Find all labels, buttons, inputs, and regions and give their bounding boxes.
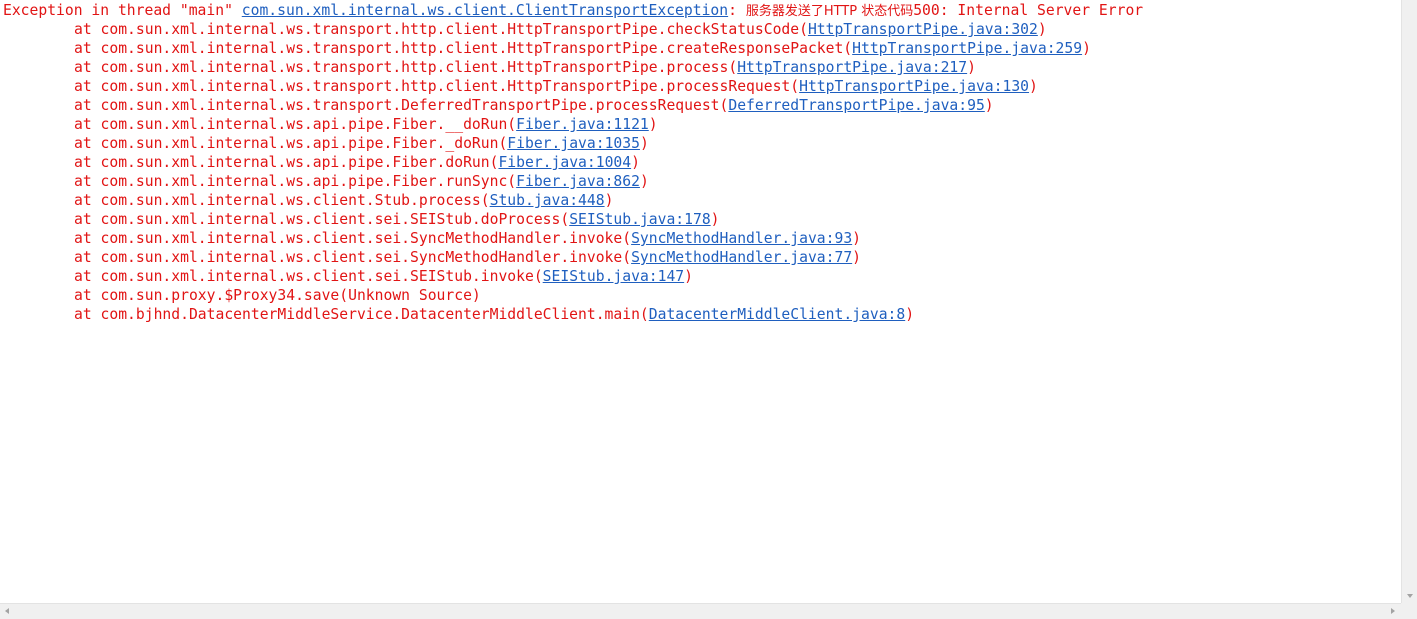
frame-method: at com.sun.xml.internal.ws.api.pipe.Fibe…	[74, 135, 508, 152]
stack-frame: at com.sun.xml.internal.ws.api.pipe.Fibe…	[3, 153, 1401, 172]
stack-frame: at com.sun.xml.internal.ws.api.pipe.Fibe…	[3, 172, 1401, 191]
frame-close: )	[604, 192, 614, 209]
frame-method: at com.sun.xml.internal.ws.client.Stub.p…	[74, 192, 490, 209]
stack-frame: at com.sun.xml.internal.ws.transport.Def…	[3, 96, 1401, 115]
frame-close: )	[631, 154, 640, 171]
stack-frame: at com.sun.xml.internal.ws.transport.htt…	[3, 39, 1401, 58]
frame-close: )	[648, 116, 658, 133]
frame-method: at com.sun.xml.internal.ws.transport.htt…	[74, 78, 800, 95]
exception-colon: :	[728, 2, 746, 19]
frame-location-link[interactable]: HttpTransportPipe.java:259	[852, 40, 1082, 57]
frame-close: )	[1037, 21, 1047, 38]
scrollbar-corner	[1401, 603, 1417, 619]
frame-close: )	[684, 268, 693, 285]
stack-frame: at com.sun.xml.internal.ws.api.pipe.Fibe…	[3, 115, 1401, 134]
exception-class-link[interactable]: com.sun.xml.internal.ws.client.ClientTra…	[242, 2, 728, 19]
vertical-scrollbar[interactable]	[1401, 0, 1417, 603]
frame-method: at com.sun.xml.internal.ws.client.sei.SE…	[74, 268, 543, 285]
stack-frame: at com.sun.xml.internal.ws.client.sei.SE…	[3, 267, 1401, 286]
chevron-right-icon[interactable]	[1391, 608, 1395, 614]
exception-prefix: Exception in thread "main"	[3, 2, 242, 19]
stack-frame: at com.sun.xml.internal.ws.client.sei.SE…	[3, 210, 1401, 229]
stack-frame: at com.sun.xml.internal.ws.client.sei.Sy…	[3, 229, 1401, 248]
frame-close: )	[984, 97, 994, 114]
frame-method: at com.sun.xml.internal.ws.client.sei.Sy…	[74, 249, 632, 266]
frame-location-link[interactable]: SyncMethodHandler.java:93	[631, 230, 852, 247]
frame-close: )	[1029, 78, 1038, 95]
chevron-down-icon[interactable]	[1407, 594, 1413, 598]
exception-message-cjk: 服务器发送了HTTP 状态代码	[745, 4, 914, 19]
frame-location-link[interactable]: SEIStub.java:178	[569, 211, 710, 228]
frame-close: )	[852, 230, 862, 247]
frame-method: at com.sun.xml.internal.ws.client.sei.Sy…	[74, 230, 632, 247]
stack-trace: Exception in thread "main" com.sun.xml.i…	[0, 0, 1401, 324]
stack-frame: at com.sun.xml.internal.ws.transport.htt…	[3, 20, 1401, 39]
frame-method: at com.sun.xml.internal.ws.api.pipe.Fibe…	[74, 173, 517, 190]
frame-close: )	[1082, 40, 1091, 57]
frame-method: at com.sun.proxy.$Proxy34.save(Unknown S…	[74, 287, 481, 304]
frame-location-link[interactable]: Fiber.java:862	[516, 173, 640, 190]
stack-frame: at com.sun.xml.internal.ws.transport.htt…	[3, 58, 1401, 77]
frame-location-link[interactable]: DatacenterMiddleClient.java:8	[649, 306, 905, 323]
frame-location-link[interactable]: SEIStub.java:147	[543, 268, 684, 285]
exception-header-line: Exception in thread "main" com.sun.xml.i…	[3, 1, 1401, 20]
frame-location-link[interactable]: Fiber.java:1121	[516, 116, 649, 133]
frame-method: at com.sun.xml.internal.ws.transport.htt…	[74, 59, 738, 76]
frame-close: )	[639, 173, 649, 190]
frame-method: at com.sun.xml.internal.ws.client.sei.SE…	[74, 211, 570, 228]
frame-location-link[interactable]: DeferredTransportPipe.java:95	[728, 97, 984, 114]
frame-location-link[interactable]: HttpTransportPipe.java:130	[799, 78, 1029, 95]
stack-frame: at com.sun.proxy.$Proxy34.save(Unknown S…	[3, 286, 1401, 305]
stack-frame: at com.sun.xml.internal.ws.api.pipe.Fibe…	[3, 134, 1401, 153]
stack-frame: at com.sun.xml.internal.ws.client.Stub.p…	[3, 191, 1401, 210]
console-output: Exception in thread "main" com.sun.xml.i…	[0, 0, 1401, 603]
frame-close: )	[639, 135, 649, 152]
frame-close: )	[852, 249, 862, 266]
frame-method: at com.sun.xml.internal.ws.transport.Def…	[74, 97, 729, 114]
frame-location-link[interactable]: Stub.java:448	[490, 192, 605, 209]
frame-location-link[interactable]: HttpTransportPipe.java:302	[808, 21, 1038, 38]
frame-method: at com.sun.xml.internal.ws.api.pipe.Fibe…	[74, 154, 499, 171]
frame-location-link[interactable]: Fiber.java:1035	[507, 135, 640, 152]
chevron-left-icon[interactable]	[5, 608, 9, 614]
frame-close: )	[967, 59, 976, 76]
horizontal-scrollbar[interactable]	[0, 603, 1401, 619]
stack-frame: at com.sun.xml.internal.ws.client.sei.Sy…	[3, 248, 1401, 267]
frame-location-link[interactable]: HttpTransportPipe.java:217	[737, 59, 967, 76]
frame-close: )	[905, 306, 915, 323]
exception-message: 500: Internal Server Error	[913, 2, 1144, 19]
frame-location-link[interactable]: SyncMethodHandler.java:77	[631, 249, 852, 266]
frame-location-link[interactable]: Fiber.java:1004	[498, 154, 631, 171]
frame-method: at com.sun.xml.internal.ws.api.pipe.Fibe…	[74, 116, 517, 133]
frame-method: at com.bjhnd.DatacenterMiddleService.Dat…	[74, 306, 649, 323]
frame-method: at com.sun.xml.internal.ws.transport.htt…	[74, 40, 853, 57]
stack-frame: at com.bjhnd.DatacenterMiddleService.Dat…	[3, 305, 1401, 324]
stack-frame: at com.sun.xml.internal.ws.transport.htt…	[3, 77, 1401, 96]
frame-method: at com.sun.xml.internal.ws.transport.htt…	[74, 21, 808, 38]
frame-close: )	[710, 211, 720, 228]
